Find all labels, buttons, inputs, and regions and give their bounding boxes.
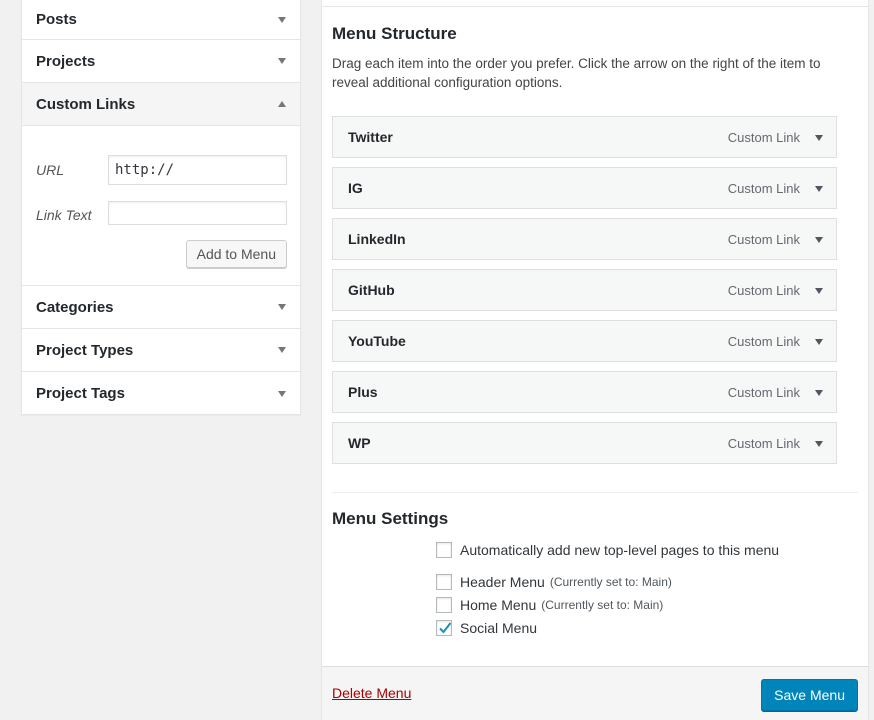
- menu-item-title: GitHub: [348, 282, 395, 298]
- accordion-posts[interactable]: Posts: [22, 0, 300, 40]
- chevron-down-icon: [278, 16, 286, 23]
- menu-item-type: Custom Link: [727, 435, 800, 451]
- expand-arrow-icon[interactable]: [810, 129, 828, 147]
- auto-add-pages-option[interactable]: Automatically add new top-level pages to…: [436, 542, 779, 558]
- expand-arrow-icon[interactable]: [810, 333, 828, 351]
- menu-item-title: LinkedIn: [348, 231, 406, 247]
- expand-arrow-icon[interactable]: [810, 231, 828, 249]
- accordion-label: Categories: [36, 298, 114, 316]
- chevron-up-icon: [278, 101, 286, 107]
- chevron-down-icon: [278, 58, 286, 64]
- expand-arrow-icon[interactable]: [810, 282, 828, 300]
- menu-settings-title: Menu Settings: [332, 509, 449, 528]
- expand-arrow-icon[interactable]: [810, 435, 828, 453]
- location-note: (Currently set to: Main): [549, 575, 672, 589]
- accordion-project-types[interactable]: Project Types: [22, 329, 300, 372]
- location-label: Header Menu: [460, 574, 545, 590]
- link-text-input[interactable]: [108, 201, 287, 225]
- location-header-menu[interactable]: Header Menu (Currently set to: Main): [436, 574, 672, 590]
- location-home-menu[interactable]: Home Menu (Currently set to: Main): [436, 597, 663, 613]
- menu-item-title: Plus: [348, 384, 378, 400]
- accordion-label: Custom Links: [36, 95, 136, 113]
- location-label: Social Menu: [460, 620, 538, 636]
- menu-item[interactable]: GitHub Custom Link: [332, 269, 837, 311]
- menu-editor: Menu Structure Drag each item into the o…: [321, 0, 869, 720]
- location-note: (Currently set to: Main): [541, 598, 664, 612]
- divider: [322, 6, 868, 7]
- menu-item-title: Twitter: [348, 129, 393, 145]
- chevron-down-icon: [278, 304, 286, 310]
- auto-add-pages-label: Automatically add new top-level pages to…: [460, 542, 780, 558]
- menu-item-type: Custom Link: [727, 231, 800, 247]
- location-social-menu[interactable]: Social Menu: [436, 620, 537, 636]
- menu-item-title: YouTube: [348, 333, 406, 349]
- link-text-label: Link Text: [36, 207, 92, 223]
- checkmark-icon: [439, 622, 452, 634]
- accordion-label: Projects: [36, 52, 96, 70]
- social-menu-checkbox[interactable]: [436, 620, 452, 636]
- delete-menu-link[interactable]: Delete Menu: [332, 685, 411, 701]
- location-label: Home Menu: [460, 597, 537, 613]
- header-menu-checkbox[interactable]: [436, 574, 452, 590]
- divider: [332, 492, 858, 493]
- menu-structure-title: Menu Structure: [332, 24, 457, 43]
- save-menu-button[interactable]: Save Menu: [761, 679, 858, 711]
- menu-item[interactable]: Twitter Custom Link: [332, 116, 837, 158]
- menu-item[interactable]: YouTube Custom Link: [332, 320, 837, 362]
- accordion-label: Project Types: [36, 341, 134, 359]
- menu-item-title: IG: [348, 180, 363, 196]
- chevron-down-icon: [278, 390, 286, 397]
- home-menu-checkbox[interactable]: [436, 597, 452, 613]
- accordion-custom-links[interactable]: Custom Links: [22, 83, 300, 126]
- menu-structure-description: Drag each item into the order you prefer…: [332, 56, 821, 90]
- menu-item[interactable]: IG Custom Link: [332, 167, 837, 209]
- menu-item-type: Custom Link: [727, 282, 800, 298]
- menu-item-type: Custom Link: [727, 333, 800, 349]
- expand-arrow-icon[interactable]: [810, 180, 828, 198]
- accordion-project-tags[interactable]: Project Tags: [22, 372, 300, 415]
- menu-item-type: Custom Link: [727, 129, 800, 145]
- menu-item-type: Custom Link: [727, 384, 800, 400]
- menu-item[interactable]: Plus Custom Link: [332, 371, 837, 413]
- chevron-down-icon: [278, 347, 286, 353]
- add-menu-items-panel: Posts Projects Custom Links URL Link Tex…: [21, 0, 301, 415]
- menu-item-title: WP: [348, 435, 371, 451]
- menu-item[interactable]: LinkedIn Custom Link: [332, 218, 837, 260]
- url-input[interactable]: [108, 155, 287, 185]
- menu-footer: Delete Menu Save Menu: [322, 666, 868, 720]
- accordion-label: Posts: [36, 11, 77, 28]
- accordion-projects[interactable]: Projects: [22, 40, 300, 83]
- expand-arrow-icon[interactable]: [810, 384, 828, 402]
- menu-item[interactable]: WP Custom Link: [332, 422, 837, 464]
- accordion-categories[interactable]: Categories: [22, 286, 300, 329]
- add-to-menu-button[interactable]: Add to Menu: [185, 240, 287, 268]
- auto-add-pages-checkbox[interactable]: [436, 542, 452, 558]
- menu-item-type: Custom Link: [727, 180, 800, 196]
- url-label: URL: [36, 162, 65, 178]
- accordion-label: Project Tags: [36, 385, 125, 402]
- custom-links-form: URL Link Text Add to Menu: [22, 126, 300, 286]
